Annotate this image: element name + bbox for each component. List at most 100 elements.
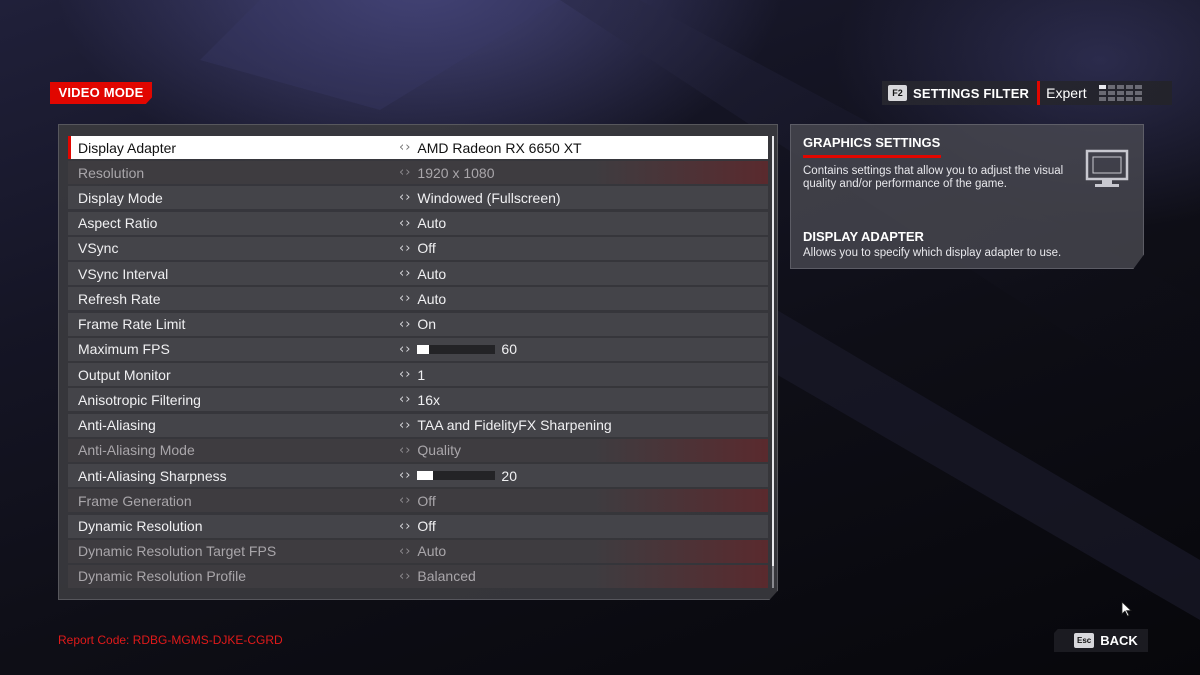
setting-label: Refresh Rate <box>78 290 161 307</box>
left-right-arrows-icon[interactable]: ‹› <box>399 190 411 205</box>
esc-key-icon: Esc <box>1074 633 1095 648</box>
setting-label: Resolution <box>78 164 145 181</box>
setting-label: Maximum FPS <box>78 341 170 358</box>
setting-label: Frame Generation <box>78 492 192 509</box>
setting-row[interactable]: Resolution ‹› 1920 x 1080 <box>68 161 768 185</box>
setting-control[interactable]: ‹› Auto <box>399 215 446 231</box>
left-right-arrows-icon[interactable]: ‹› <box>399 443 411 458</box>
setting-row[interactable]: Aspect Ratio ‹› Auto <box>68 211 768 235</box>
setting-value: On <box>417 316 437 333</box>
left-right-arrows-icon[interactable]: ‹› <box>399 367 411 382</box>
setting-control[interactable]: ‹› Auto <box>399 543 446 559</box>
setting-label: Aspect Ratio <box>78 215 158 232</box>
left-right-arrows-icon[interactable]: ‹› <box>399 493 411 508</box>
setting-slider[interactable] <box>417 344 496 354</box>
setting-control[interactable]: ‹› Balanced <box>399 568 476 584</box>
setting-row[interactable]: Display Adapter ‹› AMD Radeon RX 6650 XT <box>68 136 768 159</box>
setting-row[interactable]: Anti-Aliasing Mode ‹› Quality <box>68 438 768 462</box>
setting-control[interactable]: ‹› Off <box>399 240 436 256</box>
setting-row[interactable]: Frame Rate Limit ‹› On <box>68 312 768 336</box>
setting-row[interactable]: Output Monitor ‹› 1 <box>68 363 768 387</box>
setting-row[interactable]: Refresh Rate ‹› Auto <box>68 287 768 311</box>
settings-list: Display Adapter ‹› AMD Radeon RX 6650 XT Re… <box>68 136 768 590</box>
slider-fill <box>417 471 433 481</box>
setting-control[interactable]: ‹› Quality <box>399 442 461 458</box>
f2-key-icon: F2 <box>888 85 907 101</box>
slider-fill <box>417 344 430 354</box>
setting-control[interactable]: ‹› AMD Radeon RX 6650 XT <box>399 140 582 156</box>
setting-row[interactable]: VSync Interval ‹› Auto <box>68 262 768 286</box>
scrollbar-thumb[interactable] <box>772 136 774 566</box>
setting-control[interactable]: ‹› Auto <box>399 291 446 307</box>
setting-value: Auto <box>417 265 447 282</box>
setting-control[interactable]: ‹› TAA and FidelityFX Sharpening <box>399 417 612 433</box>
setting-value: 16x <box>417 391 440 408</box>
setting-control[interactable]: ‹› On <box>399 316 436 332</box>
back-label: BACK <box>1100 633 1138 648</box>
setting-value: Off <box>417 492 436 509</box>
report-code: Report Code: RDBG-MGMS-DJKE-CGRD <box>58 633 283 647</box>
setting-row[interactable]: Dynamic Resolution Target FPS ‹› Auto <box>68 539 768 563</box>
left-right-arrows-icon[interactable]: ‹› <box>399 418 411 433</box>
info-description: Contains settings that allow you to adju… <box>803 165 1064 190</box>
setting-value: Auto <box>417 543 447 560</box>
setting-label: Dynamic Resolution Profile <box>78 568 247 585</box>
setting-row[interactable]: Display Mode ‹› Windowed (Fullscreen) <box>68 186 768 210</box>
left-right-arrows-icon[interactable]: ‹› <box>399 342 411 357</box>
left-right-arrows-icon[interactable]: ‹› <box>399 569 411 584</box>
left-right-arrows-icon[interactable]: ‹› <box>399 392 411 407</box>
setting-slider[interactable] <box>417 471 496 481</box>
setting-control[interactable]: ‹› 1 <box>399 367 425 383</box>
left-right-arrows-icon[interactable]: ‹› <box>399 216 411 231</box>
setting-value: 60 <box>501 341 517 358</box>
filter-level-icon <box>1098 85 1142 101</box>
setting-row[interactable]: Anti-Aliasing ‹› TAA and FidelityFX Sharpe… <box>68 413 768 437</box>
setting-value: Off <box>417 240 436 257</box>
setting-row[interactable]: Anti-Aliasing Sharpness ‹› 20 <box>68 464 768 488</box>
setting-row[interactable]: VSync ‹› Off <box>68 236 768 260</box>
setting-value: AMD Radeon RX 6650 XT <box>417 139 582 156</box>
setting-value: 1920 x 1080 <box>417 164 495 181</box>
left-right-arrows-icon[interactable]: ‹› <box>399 544 411 559</box>
left-right-arrows-icon[interactable]: ‹› <box>399 519 411 534</box>
setting-label: Anti-Aliasing Mode <box>78 442 195 459</box>
setting-label: Dynamic Resolution <box>78 518 203 535</box>
setting-row[interactable]: Dynamic Resolution ‹› Off <box>68 514 768 538</box>
mouse-cursor-icon <box>1121 601 1132 617</box>
info-subdescription: Allows you to specify which display adap… <box>803 247 1062 259</box>
info-panel: GRAPHICS SETTINGS Contains settings that… <box>790 124 1144 269</box>
setting-control[interactable]: ‹› 16x <box>399 392 440 408</box>
setting-value: 1 <box>417 366 426 383</box>
setting-row[interactable]: Anisotropic Filtering ‹› 16x <box>68 388 768 412</box>
setting-control[interactable]: ‹› Off <box>399 493 436 509</box>
setting-control[interactable]: ‹› 20 <box>399 468 517 484</box>
left-right-arrows-icon[interactable]: ‹› <box>399 266 411 281</box>
setting-label: VSync Interval <box>78 265 169 282</box>
setting-label: Anti-Aliasing Sharpness <box>78 467 227 484</box>
left-right-arrows-icon[interactable]: ‹› <box>399 165 411 180</box>
setting-row[interactable]: Frame Generation ‹› Off <box>68 489 768 513</box>
left-right-arrows-icon[interactable]: ‹› <box>399 140 411 155</box>
left-right-arrows-icon[interactable]: ‹› <box>399 291 411 306</box>
setting-value: TAA and FidelityFX Sharpening <box>417 417 612 434</box>
setting-control[interactable]: ‹› 60 <box>399 341 517 357</box>
settings-scrollbar[interactable] <box>772 136 774 588</box>
left-right-arrows-icon[interactable]: ‹› <box>399 468 411 483</box>
setting-row[interactable]: Maximum FPS ‹› 60 <box>68 337 768 361</box>
setting-control[interactable]: ‹› 1920 x 1080 <box>399 165 494 181</box>
back-button[interactable]: Esc BACK <box>1054 629 1148 652</box>
setting-value: Auto <box>417 290 447 307</box>
info-title-underline <box>803 155 941 158</box>
left-right-arrows-icon[interactable]: ‹› <box>399 317 411 332</box>
setting-label: Display Adapter <box>78 139 177 156</box>
setting-value: Quality <box>417 442 461 459</box>
setting-row[interactable]: Dynamic Resolution Profile ‹› Balanced <box>68 564 768 588</box>
settings-filter[interactable]: F2 SETTINGS FILTER Expert <box>882 81 1172 105</box>
setting-value: Windowed (Fullscreen) <box>417 189 561 206</box>
setting-control[interactable]: ‹› Off <box>399 518 436 534</box>
setting-control[interactable]: ‹› Windowed (Fullscreen) <box>399 190 561 206</box>
setting-value: Auto <box>417 215 447 232</box>
setting-control[interactable]: ‹› Auto <box>399 266 446 282</box>
left-right-arrows-icon[interactable]: ‹› <box>399 241 411 256</box>
settings-panel: Display Adapter ‹› AMD Radeon RX 6650 XT Re… <box>58 124 778 600</box>
